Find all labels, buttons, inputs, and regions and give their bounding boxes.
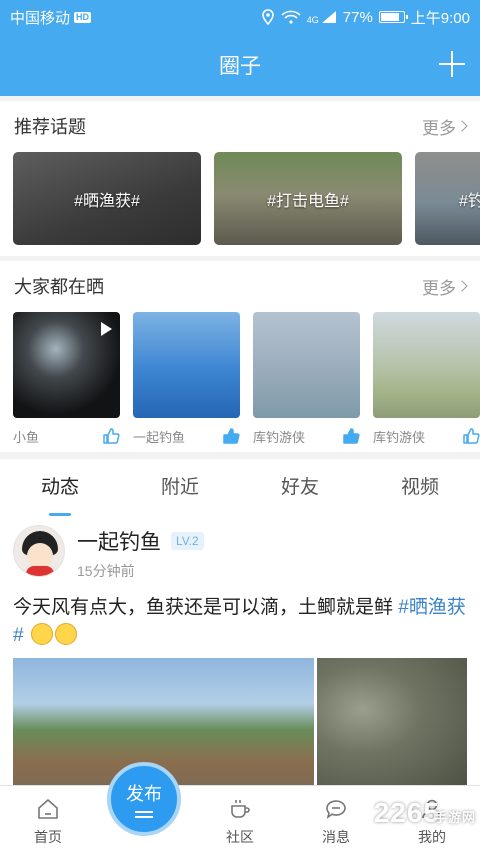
thumbs-up-icon[interactable]	[462, 427, 480, 445]
post-thumbnail[interactable]	[133, 312, 240, 418]
network-type: 4G	[306, 14, 319, 25]
topics-title: 推荐话题	[14, 117, 86, 137]
post-body: 今天风有点大，鱼获还是可以滴，土鲫就是鲜	[13, 597, 394, 618]
author-name-row: 一起钓鱼 LV.2	[77, 525, 204, 557]
home-icon	[38, 799, 58, 819]
more-label: 更多	[422, 118, 456, 138]
status-bar: 中国移动 HD 4G 77% 上午9:00	[0, 0, 480, 34]
post-meta: 库钓游侠	[373, 418, 480, 454]
hd-badge: HD	[74, 11, 92, 23]
smirk-emoji-icon	[30, 623, 53, 645]
post-meta: 一起钓鱼	[133, 418, 240, 454]
topic-label: #打击电鱼#	[267, 192, 349, 210]
feed-section: 动态 附近 好友 视频 一起钓鱼 LV.2 15分钟前 今天风有点大，鱼获还是可…	[0, 459, 480, 785]
post-thumbnail[interactable]	[253, 312, 360, 418]
thumbs-up-icon[interactable]	[342, 427, 360, 445]
play-icon	[101, 322, 112, 336]
sharing-header: 大家都在晒 更多	[0, 261, 480, 311]
post-caption: 小鱼	[13, 429, 40, 445]
post-thumbnail[interactable]	[13, 312, 120, 418]
app-bar: 圈子	[0, 34, 480, 96]
battery-icon	[378, 11, 408, 23]
nav-mine-label: 我的	[418, 829, 446, 845]
carrier-info: 中国移动 HD	[10, 7, 261, 28]
topics-more-link[interactable]: 更多	[422, 114, 468, 139]
nav-messages-label: 消息	[322, 829, 350, 845]
location-icon	[261, 9, 274, 25]
page-title: 圈子	[219, 55, 261, 78]
tab-nearby[interactable]: 附近	[120, 459, 240, 516]
publish-label: 发布	[126, 784, 162, 804]
battery-fill	[380, 13, 400, 21]
watermark-logo: 2265手游网	[374, 797, 476, 829]
nav-community-label: 社区	[226, 829, 254, 845]
more-label: 更多	[422, 278, 456, 298]
tab-video[interactable]: 视频	[360, 459, 480, 516]
post-caption: 库钓游侠	[373, 429, 426, 445]
nav-messages[interactable]: 消息	[288, 786, 384, 853]
wink-emoji-icon	[54, 623, 77, 645]
carrier-name: 中国移动	[10, 9, 71, 27]
post-caption: 一起钓鱼	[133, 429, 186, 445]
nav-home[interactable]: 首页	[0, 786, 96, 853]
post-text: 今天风有点大，鱼获还是可以滴，土鲫就是鲜 #晒渔获#	[13, 594, 473, 650]
tab-friends[interactable]: 好友	[240, 459, 360, 516]
chat-bubble-icon	[326, 800, 346, 819]
sharing-more-link[interactable]: 更多	[422, 274, 468, 299]
watermark-brand: 2265	[373, 797, 440, 828]
coffee-cup-icon	[231, 800, 250, 818]
shared-post[interactable]: 一起钓鱼	[133, 312, 240, 454]
thumbs-up-icon[interactable]	[222, 427, 240, 445]
post-photo[interactable]	[317, 658, 467, 785]
chevron-right-icon	[456, 120, 468, 132]
add-icon[interactable]	[438, 50, 466, 78]
nav-publish-wrap: 发布	[96, 762, 192, 853]
topics-header: 推荐话题 更多	[0, 101, 480, 151]
post-caption: 库钓游侠	[253, 429, 306, 445]
wifi-icon	[281, 10, 301, 24]
topics-section: 推荐话题 更多 #晒渔获# #打击电鱼# #钓	[0, 101, 480, 256]
shared-post[interactable]: 小鱼	[13, 312, 120, 454]
avatar[interactable]	[13, 525, 65, 577]
nav-home-label: 首页	[34, 829, 62, 845]
sharing-section: 大家都在晒 更多 小鱼 一起钓鱼 库钓游侠 库钓游侠	[0, 261, 480, 452]
post-meta: 库钓游侠	[253, 418, 360, 454]
topic-list: #晒渔获# #打击电鱼# #钓	[13, 152, 480, 245]
clock: 上午9:00	[410, 9, 470, 27]
feed-tabs: 动态 附近 好友 视频	[0, 459, 480, 516]
publish-button[interactable]: 发布	[107, 762, 181, 836]
topic-card[interactable]: #晒渔获#	[13, 152, 201, 245]
watermark-sub: 手游网	[433, 810, 476, 825]
battery-percent: 77%	[342, 8, 373, 26]
status-right: 4G 77% 上午9:00	[261, 7, 470, 28]
avatar-shirt	[26, 566, 54, 576]
tab-activity[interactable]: 动态	[0, 459, 120, 516]
post-meta: 小鱼	[13, 418, 120, 454]
level-badge: LV.2	[171, 532, 204, 550]
shared-post-list: 小鱼 一起钓鱼 库钓游侠 库钓游侠	[13, 312, 480, 454]
nav-community[interactable]: 社区	[192, 786, 288, 853]
topic-label: #钓	[459, 192, 480, 210]
menu-lines-icon	[135, 811, 153, 818]
topic-card[interactable]: #钓	[415, 152, 480, 245]
post-author: 一起钓鱼 LV.2 15分钟前	[13, 525, 204, 581]
author-name[interactable]: 一起钓鱼	[77, 526, 161, 556]
signal-icon	[321, 11, 336, 23]
sharing-title: 大家都在晒	[14, 277, 104, 297]
thumbs-up-icon[interactable]	[102, 427, 120, 445]
post-photo[interactable]	[13, 658, 314, 785]
author-info: 一起钓鱼 LV.2 15分钟前	[77, 525, 204, 581]
topic-card[interactable]: #打击电鱼#	[214, 152, 402, 245]
chevron-right-icon	[456, 280, 468, 292]
shared-post[interactable]: 库钓游侠	[253, 312, 360, 454]
shared-post[interactable]: 库钓游侠	[373, 312, 480, 454]
post-thumbnail[interactable]	[373, 312, 480, 418]
topic-label: #晒渔获#	[74, 192, 140, 210]
post-time: 15分钟前	[77, 563, 135, 579]
post-photos	[13, 658, 467, 785]
